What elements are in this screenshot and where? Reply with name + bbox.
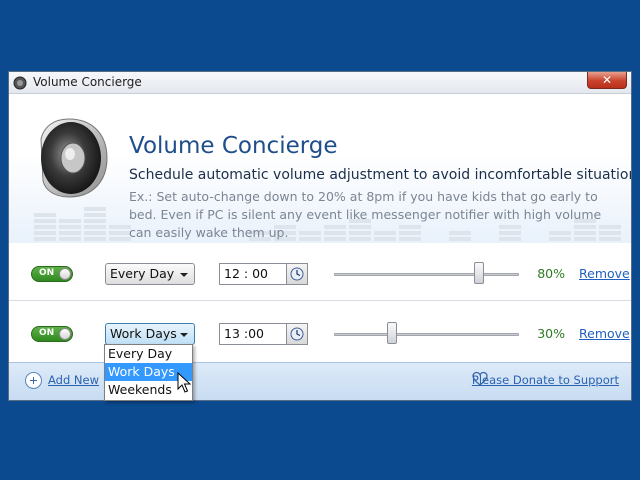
time-picker-button[interactable] (286, 323, 308, 345)
slider-track (334, 273, 519, 276)
footer-bar: Add New Please Donate to Support (9, 362, 631, 400)
title-bar[interactable]: Volume Concierge ✕ (9, 72, 631, 94)
app-speaker-icon (13, 76, 27, 90)
day-select[interactable]: Work Days (105, 323, 195, 345)
app-description: Ex.: Set auto-change down to 20% at 8pm … (129, 189, 602, 240)
add-icon[interactable] (25, 372, 42, 389)
time-picker-button[interactable] (286, 263, 308, 285)
slider-thumb[interactable] (474, 262, 484, 284)
slider-track (334, 333, 519, 336)
enabled-toggle[interactable]: ON (31, 266, 73, 282)
toggle-label: ON (39, 328, 55, 338)
clock-icon (290, 327, 304, 341)
close-icon: ✕ (601, 73, 613, 87)
slider-thumb[interactable] (387, 322, 397, 344)
toggle-label: ON (39, 268, 55, 278)
app-subtitle: Schedule automatic volume adjustment to … (129, 167, 631, 183)
chevron-down-icon (180, 273, 188, 277)
speaker-icon (40, 118, 108, 198)
chevron-down-icon (180, 333, 188, 337)
volume-percent: 30% (537, 326, 565, 341)
toggle-knob (59, 328, 71, 340)
time-field[interactable]: 13 :00 (219, 323, 287, 345)
remove-link[interactable]: Remove (579, 266, 630, 281)
schedule-row: ON Work Days 13 :00 30% Remove (9, 303, 631, 361)
toggle-knob (59, 268, 71, 280)
volume-slider[interactable] (334, 262, 519, 286)
app-title: Volume Concierge (129, 133, 338, 159)
day-select-value: Work Days (110, 326, 177, 341)
dropdown-option-highlighted[interactable]: Work Days (105, 363, 192, 381)
enabled-toggle[interactable]: ON (31, 326, 73, 342)
add-new-link[interactable]: Add New (48, 373, 99, 387)
close-button[interactable]: ✕ (587, 72, 627, 89)
dropdown-option[interactable]: Weekends (105, 381, 192, 399)
donate-link[interactable]: Please Donate to Support (472, 373, 619, 387)
schedule-row: ON Every Day 12 : 00 80% Remove (9, 243, 631, 301)
volume-percent: 80% (537, 266, 565, 281)
day-select-value: Every Day (110, 266, 175, 281)
header-banner: Volume Concierge Schedule automatic volu… (9, 95, 631, 243)
day-dropdown-list: Every Day Work Days Weekends (104, 344, 193, 401)
remove-link[interactable]: Remove (579, 326, 630, 341)
window-title: Volume Concierge (33, 75, 142, 89)
time-field[interactable]: 12 : 00 (219, 263, 287, 285)
dropdown-option[interactable]: Every Day (105, 345, 192, 363)
volume-slider[interactable] (334, 322, 519, 346)
clock-icon (290, 267, 304, 281)
app-window: Volume Concierge ✕ Volume Concierge Sche… (8, 71, 632, 401)
day-select[interactable]: Every Day (105, 263, 195, 285)
